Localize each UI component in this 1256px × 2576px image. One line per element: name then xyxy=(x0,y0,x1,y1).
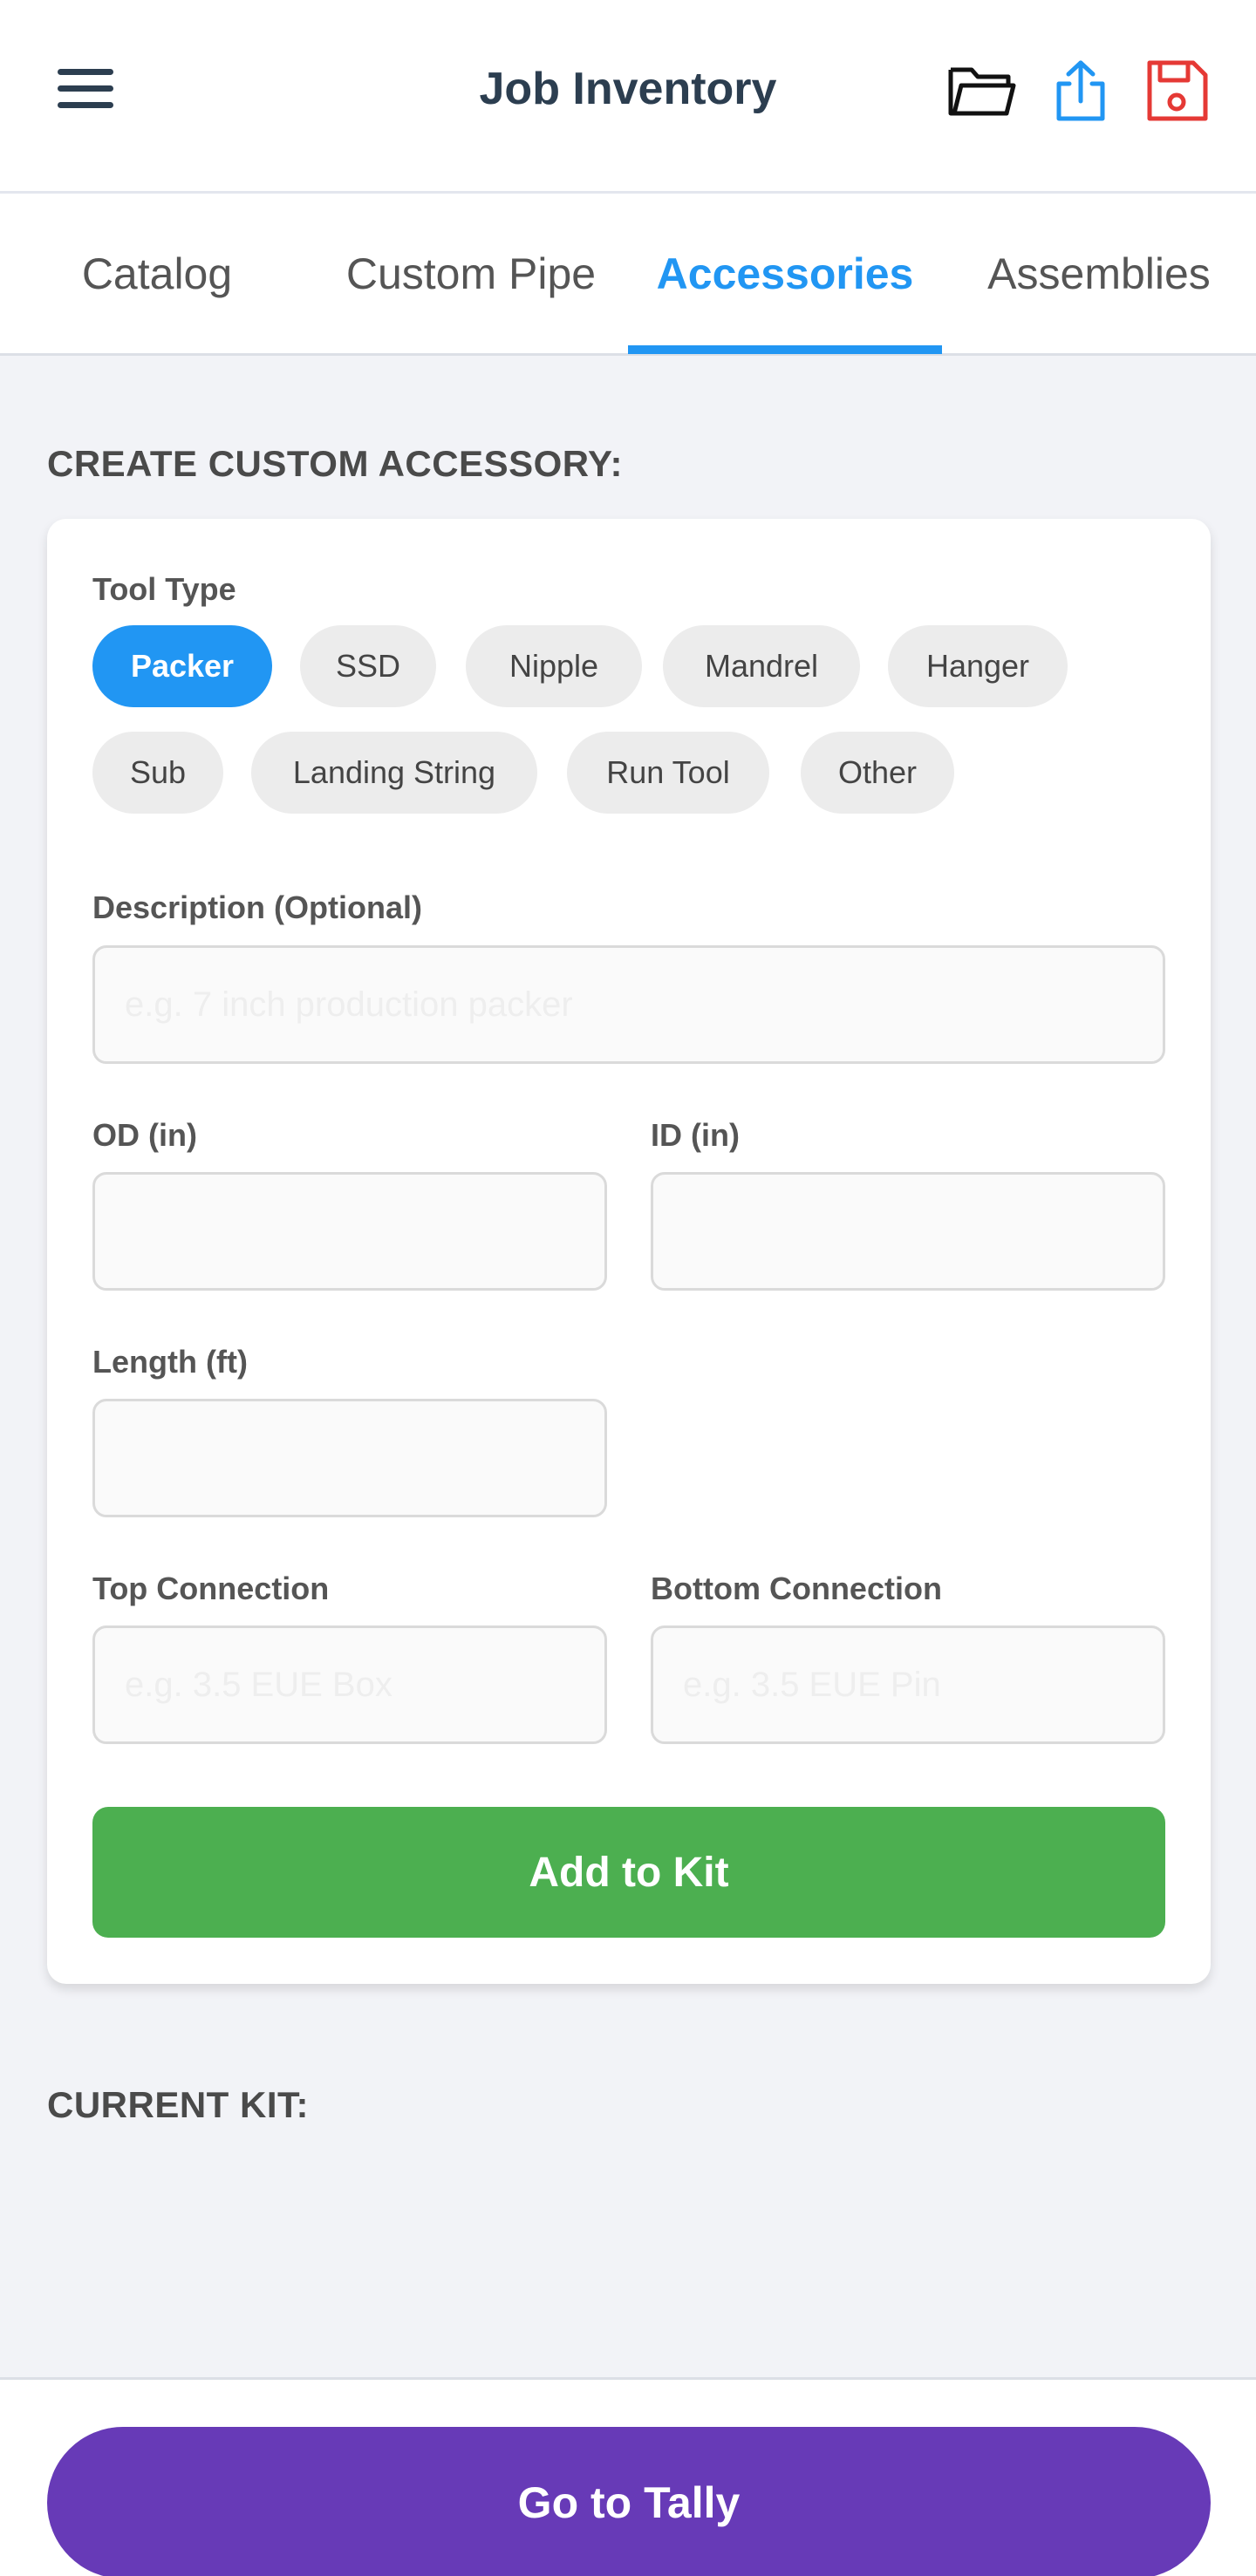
bottom-connection-input[interactable] xyxy=(651,1625,1165,1744)
bottom-connection-label: Bottom Connection xyxy=(651,1571,942,1606)
id-label: ID (in) xyxy=(651,1117,740,1153)
tab-catalog[interactable]: Catalog xyxy=(0,194,314,353)
footer-bar: Go to Tally xyxy=(0,2377,1256,2576)
create-section-title: CREATE CUSTOM ACCESSORY: xyxy=(47,443,623,484)
current-kit-title: CURRENT KIT: xyxy=(47,2084,309,2125)
create-accessory-card: Tool Type Packer SSD Nipple Mandrel Hang… xyxy=(47,519,1211,1984)
app-header: Job Inventory xyxy=(0,0,1256,194)
go-to-tally-button[interactable]: Go to Tally xyxy=(47,2427,1211,2576)
tab-assemblies[interactable]: Assemblies xyxy=(942,194,1256,353)
chip-run-tool[interactable]: Run Tool xyxy=(567,732,769,814)
id-input[interactable] xyxy=(651,1172,1165,1291)
description-label: Description (Optional) xyxy=(92,889,422,925)
od-label: OD (in) xyxy=(92,1117,197,1153)
chip-hanger[interactable]: Hanger xyxy=(888,625,1068,707)
od-input[interactable] xyxy=(92,1172,607,1291)
tab-accessories[interactable]: Accessories xyxy=(628,194,942,353)
chip-other[interactable]: Other xyxy=(801,732,954,814)
active-tab-indicator xyxy=(628,345,942,354)
chip-ssd[interactable]: SSD xyxy=(300,625,436,707)
tool-type-label: Tool Type xyxy=(92,571,236,607)
description-input[interactable] xyxy=(92,945,1165,1064)
chip-mandrel[interactable]: Mandrel xyxy=(663,625,860,707)
length-input[interactable] xyxy=(92,1399,607,1517)
top-connection-label: Top Connection xyxy=(92,1571,330,1606)
tab-custom-pipe[interactable]: Custom Pipe xyxy=(314,194,628,353)
length-label: Length (ft) xyxy=(92,1344,248,1380)
chip-landing-string[interactable]: Landing String xyxy=(251,732,537,814)
chip-nipple[interactable]: Nipple xyxy=(466,625,642,707)
add-to-kit-button[interactable]: Add to Kit xyxy=(92,1807,1165,1938)
chip-sub[interactable]: Sub xyxy=(92,732,223,814)
tab-bar: Catalog Custom Pipe Accessories Assembli… xyxy=(0,194,1256,356)
chip-packer[interactable]: Packer xyxy=(92,625,272,707)
share-icon[interactable] xyxy=(1045,58,1116,124)
top-connection-input[interactable] xyxy=(92,1625,607,1744)
floppy-save-icon[interactable] xyxy=(1141,58,1212,124)
folder-open-icon[interactable] xyxy=(945,58,1017,124)
